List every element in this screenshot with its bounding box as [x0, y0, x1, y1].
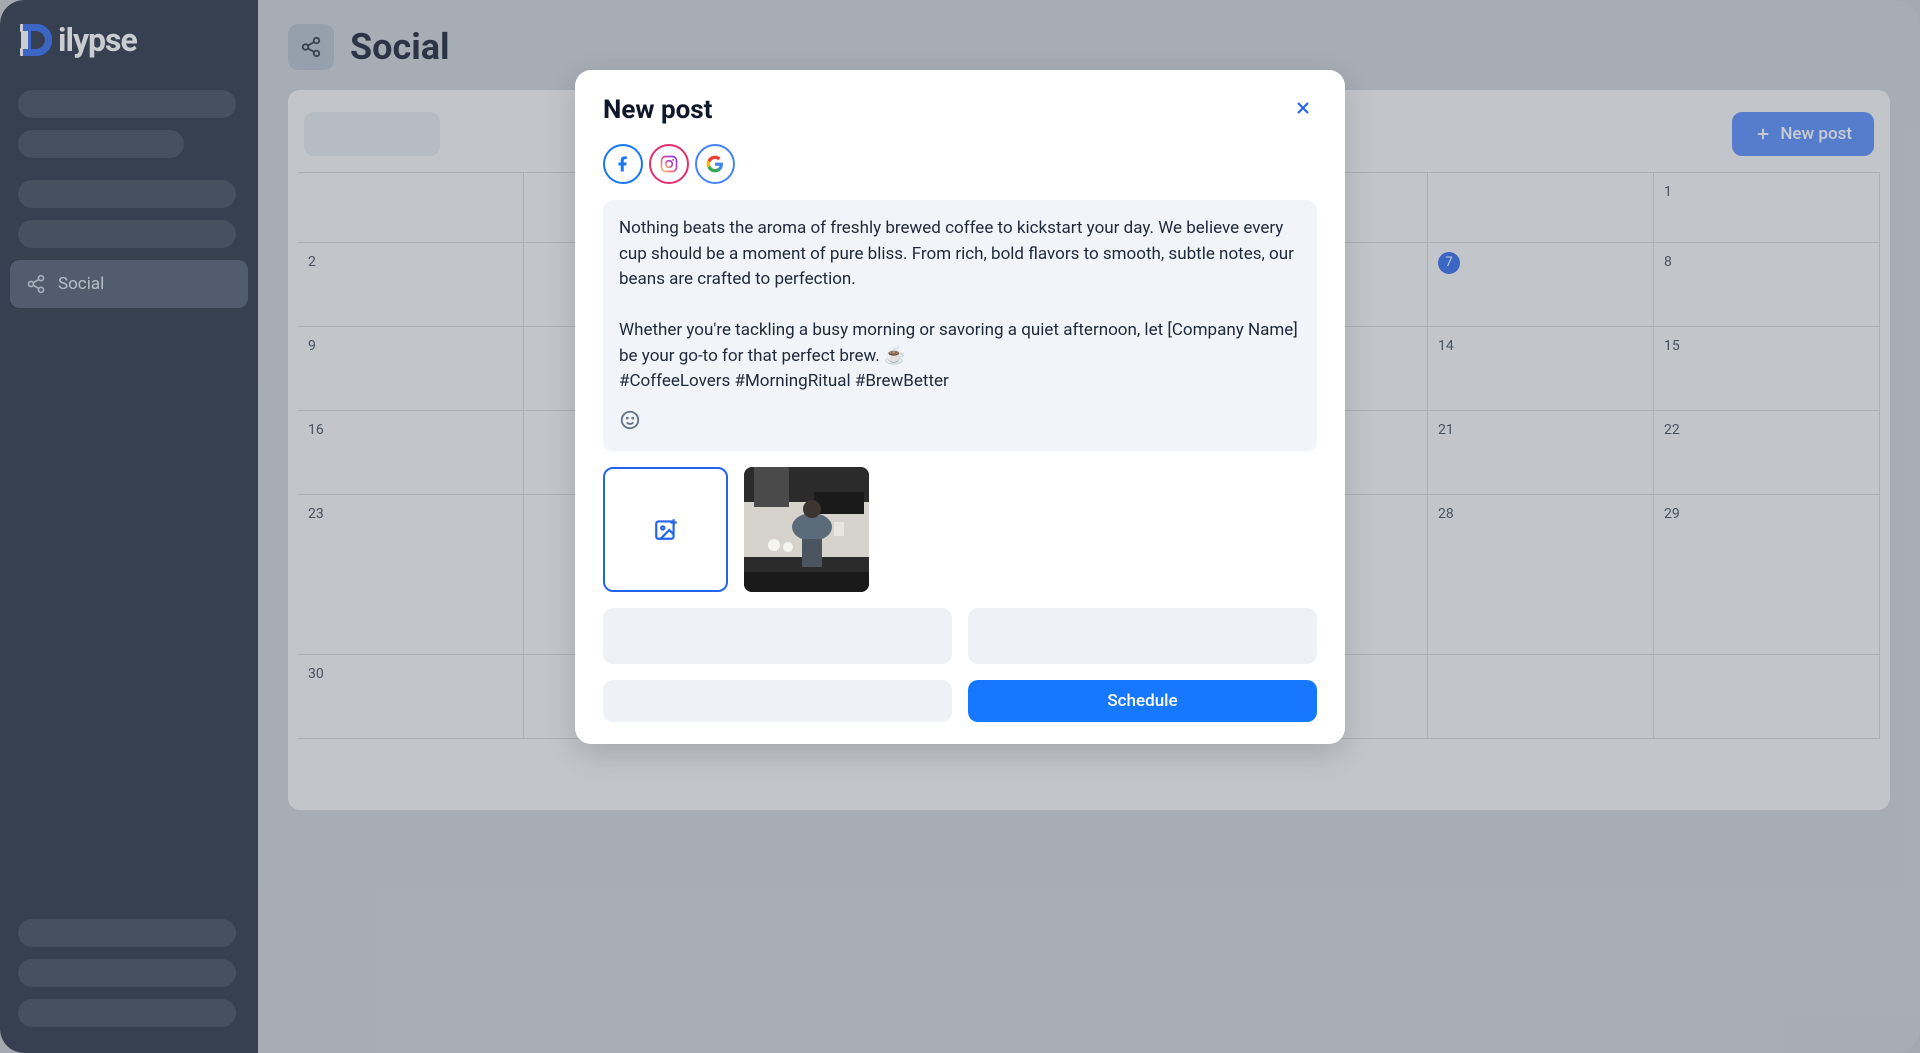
- instagram-icon: [659, 154, 679, 174]
- modal-header: New post: [603, 94, 1317, 126]
- composer[interactable]: Nothing beats the aroma of freshly brewe…: [603, 200, 1317, 451]
- input-placeholder-right[interactable]: [968, 608, 1317, 664]
- add-image-icon: [653, 516, 679, 542]
- modal-title: New post: [603, 95, 712, 125]
- add-media-button[interactable]: [603, 467, 728, 592]
- platform-instagram[interactable]: [649, 144, 689, 184]
- google-icon: [705, 154, 725, 174]
- photo-barista: [744, 467, 869, 592]
- media-row: [603, 467, 1317, 592]
- close-button[interactable]: [1289, 94, 1317, 126]
- facebook-icon: [614, 155, 632, 173]
- media-thumbnail[interactable]: [744, 467, 869, 592]
- input-placeholder-left[interactable]: [603, 608, 952, 664]
- composer-text: Nothing beats the aroma of freshly brewe…: [619, 216, 1301, 395]
- action-row: Schedule: [603, 680, 1317, 722]
- input-row: [603, 608, 1317, 664]
- new-post-modal: New post: [575, 70, 1345, 744]
- platform-facebook[interactable]: [603, 144, 643, 184]
- schedule-button[interactable]: Schedule: [968, 680, 1317, 722]
- platform-selector: [603, 144, 1317, 184]
- modal-overlay: New post: [0, 0, 1920, 1053]
- close-icon: [1293, 98, 1313, 118]
- secondary-button[interactable]: [603, 680, 952, 722]
- emoji-button[interactable]: [619, 409, 641, 435]
- platform-google[interactable]: [695, 144, 735, 184]
- schedule-label: Schedule: [1107, 691, 1177, 711]
- smile-icon: [619, 409, 641, 431]
